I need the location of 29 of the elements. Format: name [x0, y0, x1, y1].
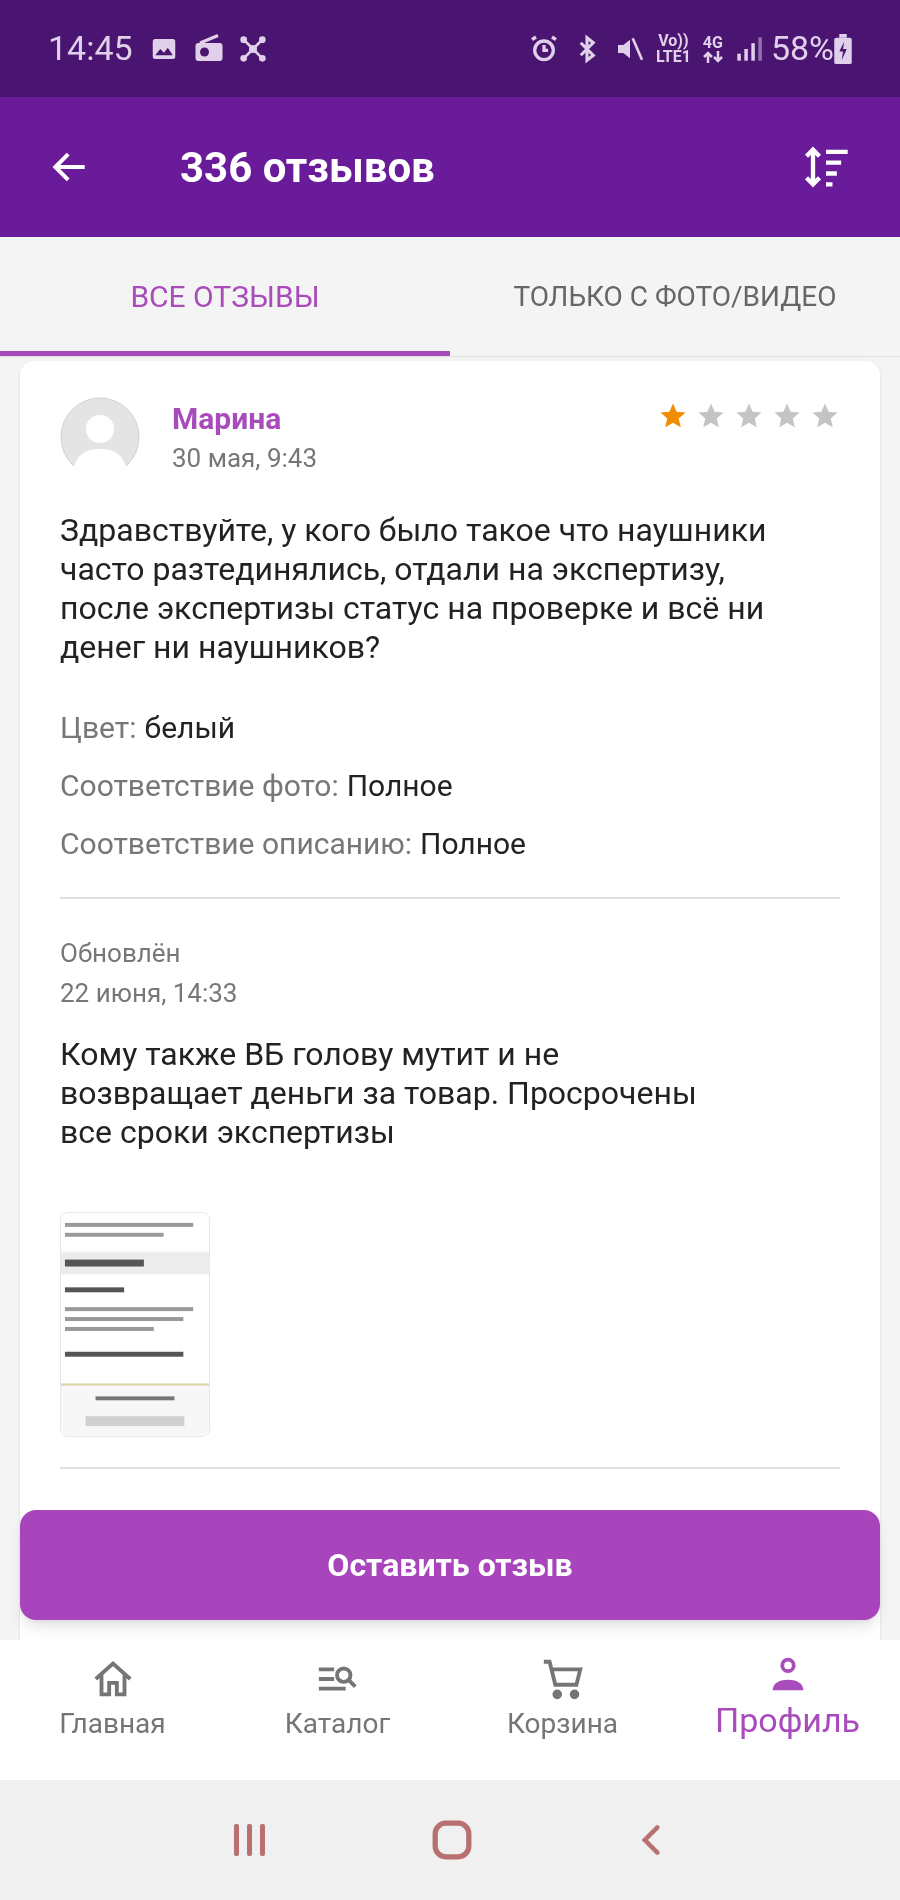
page-title: 336 отзывов — [180, 141, 435, 194]
clock: 14:45 — [48, 27, 133, 70]
review-text: Здравствуйте, у кого было такое что наушники часто разтединялись, отдали на экспертизу, после экспертизы статус на проверке и всё ни денег ни наушников? — [60, 511, 768, 667]
leave-review-button[interactable]: Оставить отзыв — [20, 1510, 880, 1620]
home-button-icon[interactable] — [431, 1819, 473, 1861]
updated-label: Обновлён — [60, 937, 182, 970]
avatar-icon — [60, 397, 140, 477]
attribute-label: Соответствие описанию: — [60, 825, 413, 863]
battery-charging-icon — [834, 33, 852, 64]
author-name: Марина — [172, 400, 283, 438]
attribute-value: Полное — [420, 825, 527, 863]
volte-label: Vo)) — [658, 32, 689, 49]
attribute-value: белый — [144, 709, 235, 747]
battery-percent: 58% — [770, 27, 834, 70]
lte-label: LTE1 — [655, 48, 691, 65]
nav-item[interactable]: Каталог — [225, 1640, 450, 1780]
tab[interactable]: ТОЛЬКО С ФОТО/ВИДЕО — [450, 237, 900, 356]
signal-icon — [734, 34, 763, 63]
updated-date: 22 июня, 14:33 — [60, 977, 239, 1010]
attribute-label: Соответствие фото: — [60, 767, 339, 805]
tab[interactable]: ВСЕ ОТЗЫВЫ — [0, 237, 450, 356]
network-label: 4G — [702, 34, 723, 51]
attribute-label: Цвет: — [60, 709, 137, 747]
nav-item[interactable]: Корзина — [450, 1640, 675, 1780]
review-date: 30 мая, 9:43 — [172, 442, 318, 475]
nav-item[interactable]: Профиль — [675, 1640, 900, 1780]
update-text: Кому также ВБ голову мутит и не возвращает деньги за товар. Просрочены все сроки экспертизы — [60, 1035, 698, 1152]
nav-item[interactable]: Главная — [0, 1640, 225, 1780]
attribute-value: Полное — [346, 767, 453, 805]
